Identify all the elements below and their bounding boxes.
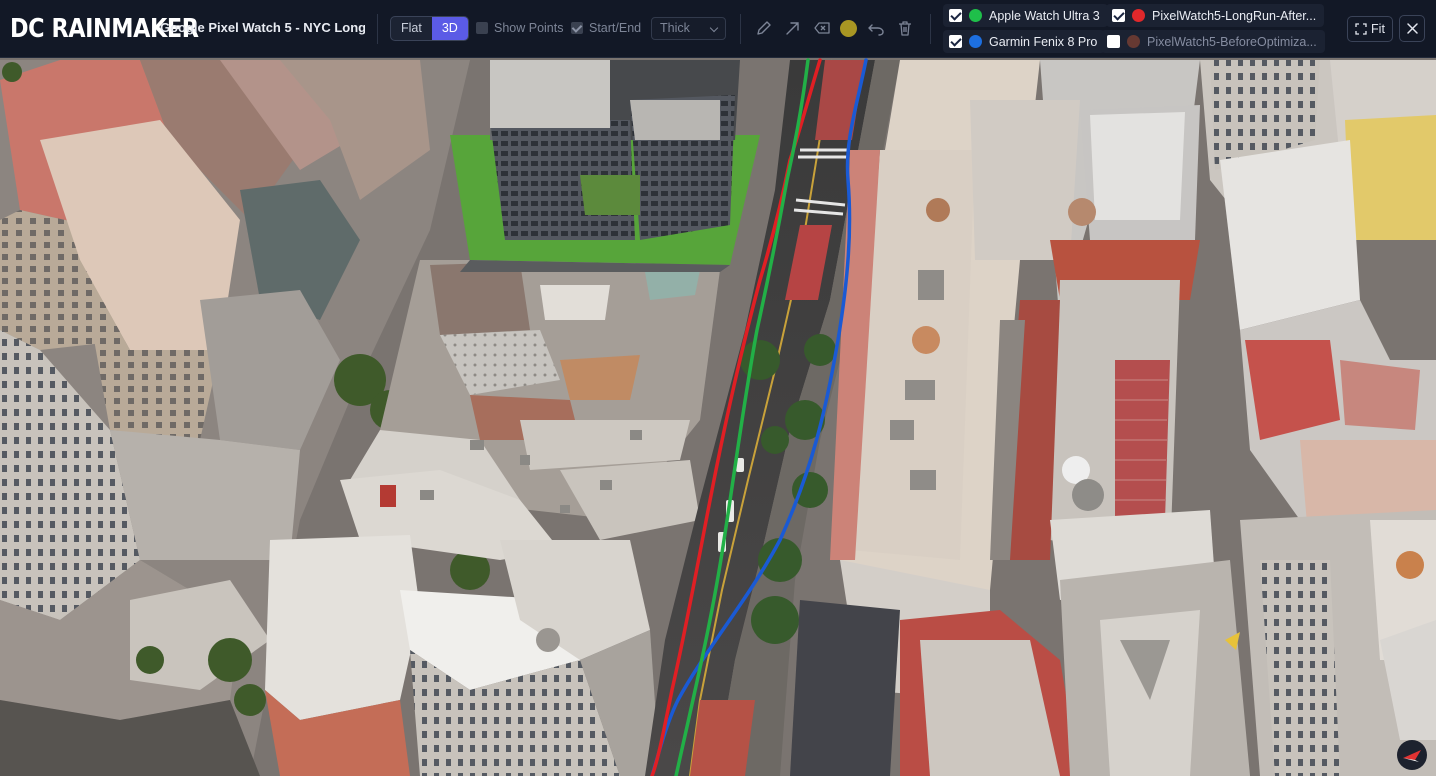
track-checkbox[interactable]: [949, 9, 962, 22]
show-points-label: Show Points: [494, 21, 564, 35]
show-points-toggle[interactable]: Show Points: [476, 20, 563, 36]
close-icon: [1407, 23, 1418, 34]
track-label: Apple Watch Ultra 3: [989, 8, 1100, 23]
start-end-label: Start/End: [589, 21, 642, 35]
eraser-icon[interactable]: [811, 17, 833, 39]
close-button[interactable]: [1399, 15, 1425, 42]
arrow-icon[interactable]: [782, 17, 804, 39]
start-end-toggle[interactable]: Start/End: [571, 20, 641, 36]
track-toggle-pixelwatch-after[interactable]: PixelWatch5-LongRun-After...: [1106, 4, 1325, 27]
track-color-swatch: [1127, 35, 1140, 48]
chevron-down-icon: [709, 23, 719, 33]
track-toggle-garmin-fenix[interactable]: Garmin Fenix 8 Pro: [943, 30, 1106, 53]
trash-icon[interactable]: [894, 17, 916, 39]
compass-icon: [1403, 750, 1421, 762]
track-checkbox[interactable]: [949, 35, 962, 48]
track-color-swatch: [969, 35, 982, 48]
track-label: PixelWatch5-BeforeOptimiza...: [1147, 34, 1317, 49]
track-color-swatch: [1132, 9, 1145, 22]
map-view[interactable]: [0, 0, 1436, 776]
fit-icon: [1355, 23, 1367, 35]
view-mode-flat-button[interactable]: Flat: [391, 17, 432, 40]
toolbar-divider: [740, 14, 741, 44]
track-label: Garmin Fenix 8 Pro: [989, 34, 1098, 49]
track-checkbox[interactable]: [1107, 35, 1120, 48]
start-end-checkbox[interactable]: [571, 22, 583, 34]
track-checkbox[interactable]: [1112, 9, 1125, 22]
draw-color-picker[interactable]: [840, 20, 857, 37]
line-thickness-select[interactable]: Thick: [651, 17, 726, 40]
line-thickness-value: Thick: [660, 21, 690, 35]
track-toggle-pixelwatch-before[interactable]: PixelWatch5-BeforeOptimiza...: [1101, 30, 1325, 53]
track-label: PixelWatch5-LongRun-After...: [1152, 8, 1317, 23]
show-points-checkbox[interactable]: [476, 22, 488, 34]
track-toggle-apple-watch[interactable]: Apple Watch Ultra 3: [943, 4, 1108, 27]
view-mode-toggle: Flat 3D: [390, 16, 469, 41]
track-color-swatch: [969, 9, 982, 22]
toolbar-divider: [377, 14, 378, 44]
toolbar-divider: [930, 14, 931, 44]
activity-title: Google Pixel Watch 5 - NYC Long R...: [160, 20, 365, 35]
view-mode-3d-button[interactable]: 3D: [431, 17, 468, 40]
top-toolbar: DC RAINMAKER Google Pixel Watch 5 - NYC …: [0, 0, 1436, 58]
pencil-icon[interactable]: [753, 17, 775, 39]
fit-button[interactable]: Fit: [1347, 16, 1393, 42]
undo-icon[interactable]: [865, 17, 887, 39]
fit-button-label: Fit: [1371, 22, 1385, 36]
map-canvas[interactable]: [0, 0, 1436, 776]
compass-button[interactable]: [1397, 740, 1427, 770]
